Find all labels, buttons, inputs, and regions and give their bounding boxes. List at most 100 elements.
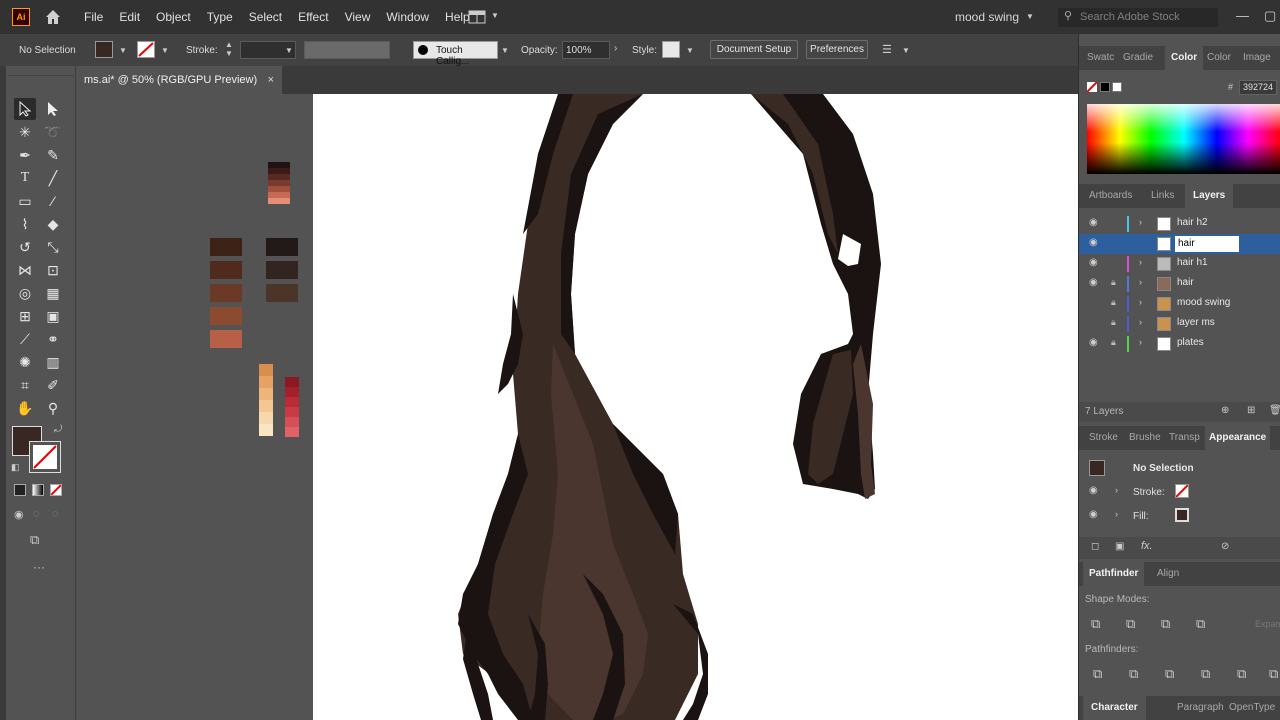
shape-builder-tool-icon[interactable]: ◎: [14, 282, 36, 304]
selection-tool-icon[interactable]: [14, 98, 36, 120]
width-tool-icon[interactable]: ⋈: [14, 259, 36, 281]
workspace-switcher[interactable]: mood swing: [955, 10, 1019, 24]
brush-definition-field[interactable]: Touch Callig...: [413, 41, 498, 67]
menu-file[interactable]: File: [84, 10, 103, 24]
opacity-field[interactable]: 100%: [562, 41, 610, 59]
tab-image-trace[interactable]: Image: [1243, 46, 1271, 70]
layer-row[interactable]: ◉ › hair h1: [1079, 254, 1280, 274]
eye-icon[interactable]: ◉: [1089, 237, 1098, 248]
preferences-button[interactable]: Preferences: [806, 40, 868, 59]
rectangle-tool-icon[interactable]: ▭: [14, 190, 36, 212]
top-color-strip[interactable]: [268, 162, 290, 204]
chevron-right-icon[interactable]: ›: [1139, 317, 1142, 327]
tab-gradient[interactable]: Gradie: [1123, 46, 1153, 70]
divide-icon[interactable]: ⧉: [1093, 666, 1102, 682]
direct-selection-tool-icon[interactable]: [42, 98, 64, 120]
unite-icon[interactable]: ⧉: [1091, 616, 1100, 632]
mesh-tool-icon[interactable]: ⊞: [14, 305, 36, 327]
color-spectrum[interactable]: [1087, 104, 1280, 174]
eye-icon[interactable]: ◉: [1089, 217, 1098, 228]
menu-view[interactable]: View: [345, 10, 371, 24]
panel-grip[interactable]: [8, 68, 74, 76]
tab-appearance[interactable]: Appearance: [1205, 426, 1271, 450]
hand-tool-icon[interactable]: ✋: [14, 397, 36, 419]
gradient-tool-icon[interactable]: ▣: [42, 305, 64, 327]
slice-tool-icon[interactable]: ✐: [42, 374, 64, 396]
layer-row[interactable]: ◉ 🔒︎ › hair: [1079, 274, 1280, 294]
chevron-down-icon[interactable]: ▼: [501, 46, 509, 55]
gradient-mode-icon[interactable]: [32, 484, 44, 496]
line-tool-icon[interactable]: ╱: [42, 167, 64, 189]
menu-object[interactable]: Object: [156, 10, 191, 24]
eye-icon[interactable]: ◉: [1089, 509, 1098, 520]
tab-layers[interactable]: Layers: [1185, 184, 1234, 208]
chevron-right-icon[interactable]: ›: [1139, 297, 1142, 307]
tab-paragraph[interactable]: Paragraph: [1177, 696, 1224, 720]
arrange-icon[interactable]: ☰: [882, 43, 892, 56]
eye-icon[interactable]: ◉: [1089, 485, 1098, 496]
menu-help[interactable]: Help: [445, 10, 470, 24]
stroke-stepper[interactable]: ▲ ▼: [225, 40, 233, 58]
menu-select[interactable]: Select: [249, 10, 282, 24]
chevron-right-icon[interactable]: ›: [614, 43, 617, 54]
tab-links[interactable]: Links: [1151, 184, 1174, 208]
eyedropper-tool-icon[interactable]: ⟋: [14, 328, 36, 350]
none-mode-icon[interactable]: [50, 484, 62, 496]
minus-back-icon[interactable]: ⧉: [1269, 666, 1278, 682]
crop-icon[interactable]: ⧉: [1201, 666, 1210, 682]
document-tab[interactable]: ms.ai* @ 50% (RGB/GPU Preview) ×: [76, 66, 282, 94]
tab-align[interactable]: Align: [1157, 562, 1179, 586]
tab-stroke[interactable]: Stroke: [1089, 426, 1118, 450]
type-tool-icon[interactable]: T: [14, 167, 36, 189]
exclude-icon[interactable]: ⧉: [1196, 616, 1205, 632]
screen-mode-icon[interactable]: ⧉: [30, 532, 39, 548]
eye-icon[interactable]: ◉: [1089, 337, 1098, 348]
minimize-icon[interactable]: —: [1236, 8, 1249, 23]
chevron-down-icon[interactable]: ▼: [119, 46, 127, 55]
stroke-none-swatch[interactable]: [1175, 484, 1189, 498]
maximize-icon[interactable]: ▢: [1264, 8, 1276, 24]
curvature-tool-icon[interactable]: ✎: [42, 144, 64, 166]
none-swatch-icon[interactable]: [1086, 81, 1098, 93]
red-palette[interactable]: [285, 377, 299, 437]
layer-rename-input[interactable]: hair: [1175, 236, 1239, 252]
layer-row-selected[interactable]: ◉ hair: [1079, 234, 1280, 254]
delete-layer-icon[interactable]: 🗑︎: [1269, 405, 1280, 416]
document-setup-button[interactable]: Document Setup: [710, 40, 798, 59]
layer-row[interactable]: ◉ › hair h2: [1079, 214, 1280, 234]
brown-palette[interactable]: [210, 238, 242, 348]
eye-icon[interactable]: ◉: [1089, 257, 1098, 268]
draw-normal-icon[interactable]: ◉: [14, 508, 24, 521]
hex-input[interactable]: 392724: [1239, 80, 1277, 95]
close-icon[interactable]: ×: [268, 66, 274, 94]
chevron-down-icon[interactable]: ▼: [686, 46, 694, 55]
zoom-tool-icon[interactable]: ⚲: [42, 397, 64, 419]
fill-swatch[interactable]: [95, 41, 113, 58]
lock-icon[interactable]: 🔒︎: [1111, 337, 1116, 348]
free-transform-tool-icon[interactable]: ⊡: [42, 259, 64, 281]
graphic-style-swatch[interactable]: [662, 41, 680, 58]
chevron-right-icon[interactable]: ›: [1115, 509, 1118, 519]
lock-icon[interactable]: 🔒︎: [1111, 277, 1116, 288]
add-fill-icon[interactable]: ▣: [1115, 541, 1124, 552]
artboard-tool-icon[interactable]: ⌗: [14, 374, 36, 396]
menu-edit[interactable]: Edit: [119, 10, 140, 24]
symbol-sprayer-tool-icon[interactable]: ✺: [14, 351, 36, 373]
chevron-right-icon[interactable]: ›: [1139, 257, 1142, 267]
tab-color[interactable]: Color: [1165, 46, 1204, 70]
canvas[interactable]: [76, 94, 1078, 720]
layer-row[interactable]: ◉ 🔒︎ › plates: [1079, 334, 1280, 354]
scale-tool-icon[interactable]: ⤡: [42, 236, 64, 258]
minus-front-icon[interactable]: ⧉: [1126, 616, 1135, 632]
paintbrush-tool-icon[interactable]: ⁄: [42, 190, 64, 212]
chevron-down-icon[interactable]: ▼: [285, 46, 293, 55]
intersect-icon[interactable]: ⧉: [1161, 616, 1170, 632]
menu-effect[interactable]: Effect: [298, 10, 328, 24]
chevron-down-icon[interactable]: ▼: [902, 46, 910, 55]
blend-tool-icon[interactable]: ⚭: [42, 328, 64, 350]
layer-row[interactable]: 🔒︎ › mood swing: [1079, 294, 1280, 314]
menu-window[interactable]: Window: [386, 10, 429, 24]
chevron-right-icon[interactable]: ›: [1139, 217, 1142, 227]
more-tools-icon[interactable]: ···: [33, 560, 45, 574]
dark-palette[interactable]: [266, 238, 298, 302]
